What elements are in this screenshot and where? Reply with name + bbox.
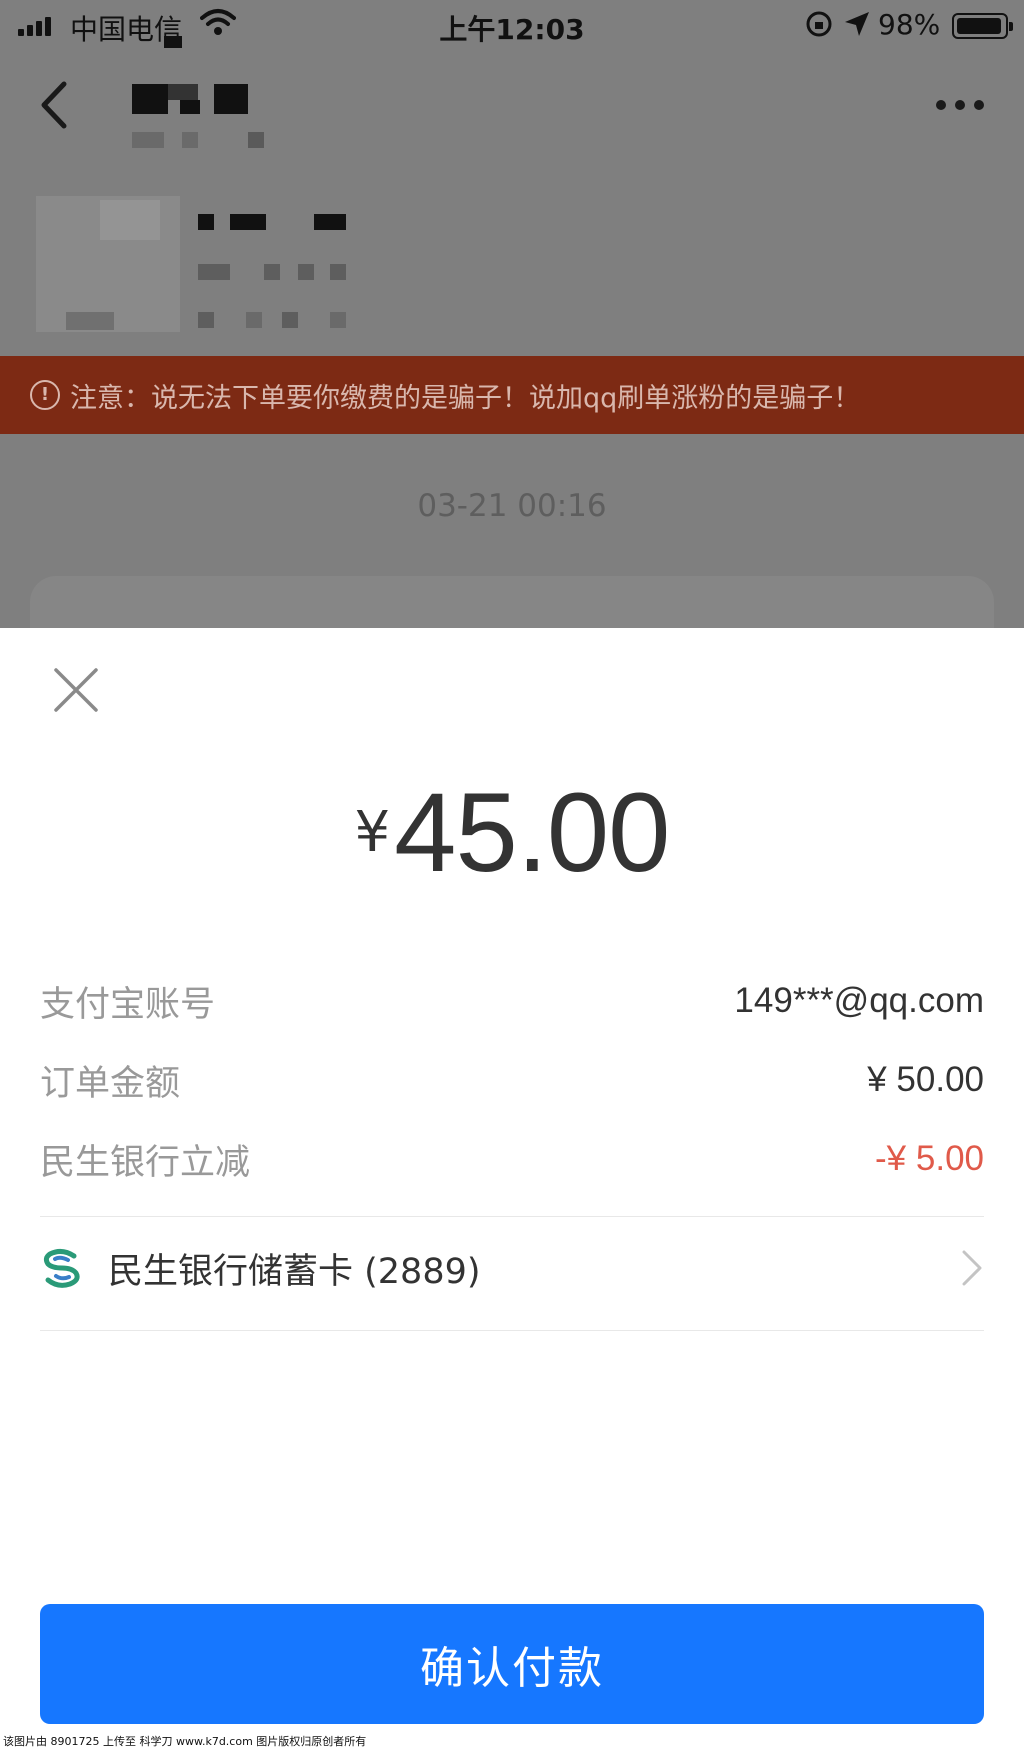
battery-icon <box>952 13 1013 39</box>
divider <box>40 1330 984 1331</box>
fraud-warning-banner: ! 注意：说无法下单要你缴费的是骗子！说加qq刷单涨粉的是骗子！ <box>0 356 1024 434</box>
location-arrow-icon <box>845 12 869 36</box>
discount-value: -¥ 5.00 <box>875 1139 984 1178</box>
detail-value: 149***@qq.com <box>734 981 984 1020</box>
footer-watermark: 该图片由 8901725 上传至 科学刀 www.k7d.com 图片版权归原创… <box>0 1734 1024 1750</box>
chevron-right-icon <box>962 1250 982 1286</box>
close-icon[interactable] <box>50 664 102 716</box>
payment-amount: ¥45.00 <box>0 768 1024 897</box>
warning-text: 注意：说无法下单要你缴费的是骗子！说加qq刷单涨粉的是骗子！ <box>70 382 861 414</box>
detail-row-order-amount: 订单金额 ¥ 50.00 <box>40 1055 984 1105</box>
back-arrow-icon[interactable] <box>36 80 76 130</box>
background-chat-screen: 中国电信 上午12:03 98% ! 注意：说无法下单要你缴费的是骗子！说加qq… <box>0 0 1024 628</box>
warning-icon: ! <box>30 380 60 410</box>
battery-percent: 98% <box>878 8 941 41</box>
message-card <box>30 576 994 628</box>
detail-row-bank-discount: 民生银行立减 -¥ 5.00 <box>40 1134 984 1184</box>
minsheng-bank-logo-icon <box>43 1248 80 1288</box>
detail-label: 支付宝账号 <box>40 984 216 1025</box>
payment-method-label: 民生银行储蓄卡 (2889) <box>108 1251 481 1292</box>
rotation-lock-icon <box>806 11 832 37</box>
detail-label: 订单金额 <box>40 1063 181 1104</box>
detail-row-account: 支付宝账号 149***@qq.com <box>40 976 984 1026</box>
amount-value: 45.00 <box>394 770 670 895</box>
status-bar: 中国电信 上午12:03 98% <box>0 0 1024 52</box>
currency-symbol: ¥ <box>354 800 391 866</box>
payment-method-selector[interactable]: 民生银行储蓄卡 (2889) <box>40 1228 984 1308</box>
detail-label: 民生银行立减 <box>40 1142 251 1183</box>
payment-sheet: ¥45.00 支付宝账号 149***@qq.com 订单金额 ¥ 50.00 … <box>0 628 1024 1734</box>
detail-value: ¥ 50.00 <box>867 1060 984 1099</box>
more-options-icon[interactable] <box>932 98 988 112</box>
confirm-payment-button[interactable]: 确认付款 <box>40 1604 984 1724</box>
message-timestamp: 03-21 00:16 <box>417 488 607 524</box>
divider <box>40 1216 984 1217</box>
